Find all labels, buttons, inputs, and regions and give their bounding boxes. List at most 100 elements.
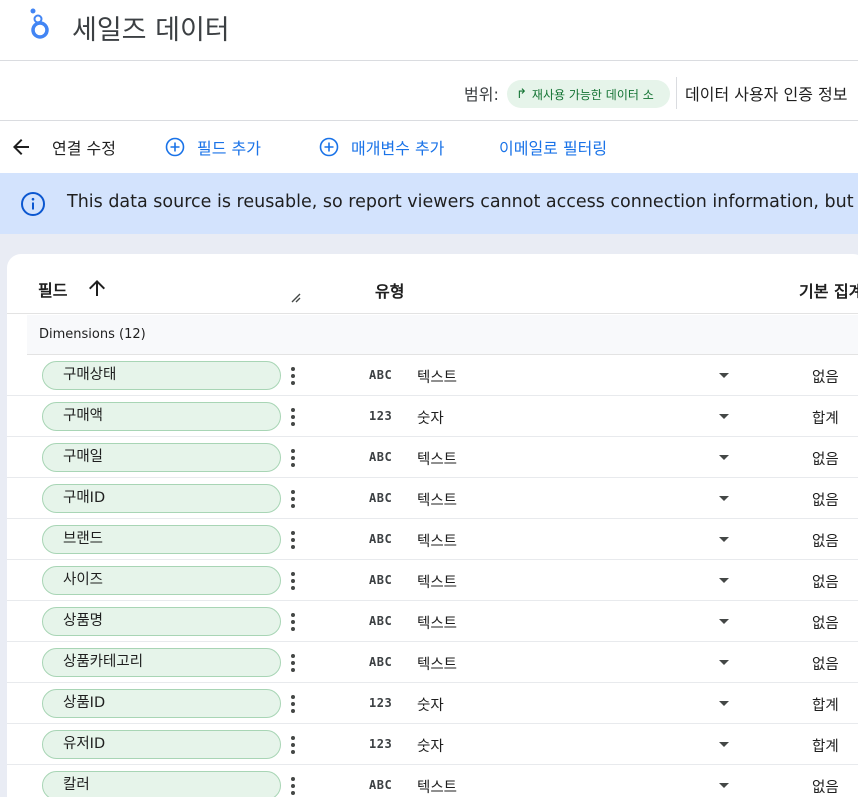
toolbar: 연결 수정 필드 추가 매개변수 추가 이메일로 필터링 [0, 121, 858, 173]
data-credentials-button[interactable]: 데이터 사용자 인증 정보 [685, 81, 847, 105]
aggregation-value[interactable]: 없음 [812, 489, 839, 510]
info-banner: This data source is reusable, so report … [0, 173, 858, 234]
more-vert-icon[interactable] [288, 652, 298, 674]
more-vert-icon[interactable] [288, 775, 298, 797]
more-vert-icon[interactable] [288, 693, 298, 715]
type-name: 텍스트 [417, 780, 458, 796]
type-dropdown-icon[interactable] [719, 742, 729, 747]
column-resize-handle-icon[interactable] [289, 291, 301, 303]
reusable-scope-chip[interactable]: ↱ 재사용 가능한 데이터 소 [507, 80, 670, 108]
type-name: 텍스트 [417, 616, 458, 632]
column-header-aggregation: 기본 집계 [799, 282, 858, 301]
type-dropdown-icon[interactable] [719, 701, 729, 706]
add-parameter-label: 매개변수 추가 [351, 139, 445, 158]
table-row: 브랜드 ABC 텍스트 없음 [7, 519, 858, 560]
type-code-icon: ABC [369, 614, 393, 628]
scope-label: 범위: [464, 85, 499, 104]
type-code-icon: ABC [369, 573, 393, 587]
aggregation-value[interactable]: 없음 [812, 530, 839, 551]
add-field-button[interactable]: 필드 추가 [165, 134, 261, 160]
share-arrow-icon: ↱ [516, 86, 527, 102]
field-name-chip[interactable]: 구매ID [42, 484, 281, 513]
table-row: 사이즈 ABC 텍스트 없음 [7, 560, 858, 601]
arrow-back-icon [13, 139, 29, 155]
dimensions-label: Dimensions (12) [39, 327, 146, 342]
type-dropdown-icon[interactable] [719, 414, 729, 419]
more-vert-icon[interactable] [288, 365, 298, 387]
field-name-chip[interactable]: 상품명 [42, 607, 281, 636]
field-name-chip[interactable]: 유저ID [42, 730, 281, 759]
banner-text: This data source is reusable, so report … [67, 192, 858, 212]
field-name-chip[interactable]: 칼러 [42, 771, 281, 797]
type-name: 텍스트 [417, 657, 458, 673]
type-dropdown-icon[interactable] [719, 537, 729, 542]
aggregation-value[interactable]: 합계 [812, 407, 839, 428]
more-vert-icon[interactable] [288, 529, 298, 551]
type-dropdown-icon[interactable] [719, 783, 729, 788]
type-dropdown-icon[interactable] [719, 619, 729, 624]
type-dropdown-icon[interactable] [719, 455, 729, 460]
type-code-icon: ABC [369, 655, 393, 669]
fields-table-card: 필드 유형 기본 집계 Dimensions (12) 구매상태 ABC 텍스트… [7, 254, 858, 797]
type-name: 숫자 [417, 739, 444, 755]
info-icon [21, 192, 45, 216]
type-name: 텍스트 [417, 370, 458, 386]
more-vert-icon[interactable] [288, 734, 298, 756]
type-dropdown-icon[interactable] [719, 578, 729, 583]
type-code-icon: 123 [369, 409, 393, 423]
scope-chip-label: 재사용 가능한 데이터 소 [531, 87, 654, 102]
field-name-chip[interactable]: 브랜드 [42, 525, 281, 554]
table-header: 필드 유형 기본 집계 [7, 254, 858, 314]
aggregation-value[interactable]: 합계 [812, 735, 839, 756]
type-name: 텍스트 [417, 493, 458, 509]
type-code-icon: ABC [369, 491, 393, 505]
app-window: 세일즈 데이터 범위: ↱ 재사용 가능한 데이터 소 데이터 사용자 인증 정… [0, 0, 858, 797]
field-name-chip[interactable]: 상품카테고리 [42, 648, 281, 677]
divider [676, 77, 677, 109]
more-vert-icon[interactable] [288, 611, 298, 633]
aggregation-value[interactable]: 없음 [812, 366, 839, 387]
column-header-type: 유형 [375, 282, 405, 301]
table-row: 구매ID ABC 텍스트 없음 [7, 478, 858, 519]
table-row: 상품카테고리 ABC 텍스트 없음 [7, 642, 858, 683]
type-name: 텍스트 [417, 534, 458, 550]
aggregation-value[interactable]: 합계 [812, 694, 839, 715]
aggregation-value[interactable]: 없음 [812, 776, 839, 797]
aggregation-value[interactable]: 없음 [812, 448, 839, 469]
field-name-chip[interactable]: 구매액 [42, 402, 281, 431]
type-code-icon: ABC [369, 368, 393, 382]
type-dropdown-icon[interactable] [719, 373, 729, 378]
page-title: 세일즈 데이터 [72, 15, 230, 46]
field-name-chip[interactable]: 구매일 [42, 443, 281, 472]
aggregation-value[interactable]: 없음 [812, 571, 839, 592]
table-row: 칼러 ABC 텍스트 없음 [7, 765, 858, 797]
scope-bar: 범위: ↱ 재사용 가능한 데이터 소 데이터 사용자 인증 정보 [0, 61, 858, 121]
more-vert-icon[interactable] [288, 447, 298, 469]
aggregation-value[interactable]: 없음 [812, 653, 839, 674]
table-row: 상품ID 123 숫자 합계 [7, 683, 858, 724]
edit-connection-button[interactable]: 연결 수정 [52, 135, 116, 159]
add-circle-icon [319, 137, 339, 157]
type-code-icon: 123 [369, 737, 393, 751]
table-row: 유저ID 123 숫자 합계 [7, 724, 858, 765]
type-name: 텍스트 [417, 452, 458, 468]
add-parameter-button[interactable]: 매개변수 추가 [319, 134, 444, 160]
field-name-chip[interactable]: 상품ID [42, 689, 281, 718]
filter-by-email-button[interactable]: 이메일로 필터링 [499, 134, 607, 160]
field-name-chip[interactable]: 사이즈 [42, 566, 281, 595]
aggregation-value[interactable]: 없음 [812, 612, 839, 633]
type-code-icon: ABC [369, 450, 393, 464]
back-button[interactable] [8, 134, 34, 160]
more-vert-icon[interactable] [288, 570, 298, 592]
type-code-icon: ABC [369, 532, 393, 546]
sort-ascending-icon[interactable] [85, 276, 109, 300]
more-vert-icon[interactable] [288, 488, 298, 510]
more-vert-icon[interactable] [288, 406, 298, 428]
table-row: 상품명 ABC 텍스트 없음 [7, 601, 858, 642]
field-name-chip[interactable]: 구매상태 [42, 361, 281, 390]
type-dropdown-icon[interactable] [719, 496, 729, 501]
type-code-icon: 123 [369, 696, 393, 710]
column-header-field[interactable]: 필드 [38, 277, 67, 301]
type-dropdown-icon[interactable] [719, 660, 729, 665]
table-row: 구매상태 ABC 텍스트 없음 [7, 355, 858, 396]
